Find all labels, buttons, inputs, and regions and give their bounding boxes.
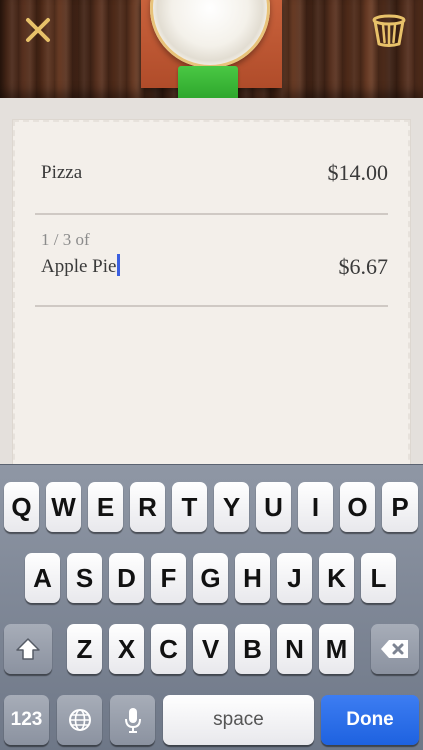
table-header	[0, 0, 423, 102]
item-name: Pizza	[41, 162, 83, 183]
close-icon	[26, 18, 50, 42]
app-screen: Pizza $14.00 1 / 3 of Apple Pie $6.67 Q …	[0, 0, 423, 750]
key-g[interactable]: G	[193, 553, 228, 603]
delete-icon	[381, 640, 408, 658]
split-label: 1 / 3 of	[41, 230, 90, 249]
key-f[interactable]: F	[151, 553, 186, 603]
key-t[interactable]: T	[172, 482, 207, 532]
key-k[interactable]: K	[319, 553, 354, 603]
numbers-key[interactable]: 123	[4, 695, 49, 745]
key-i[interactable]: I	[298, 482, 333, 532]
keyboard: Q W E R T Y U I O P A S D F G H J K L Z …	[0, 464, 423, 750]
key-u[interactable]: U	[256, 482, 291, 532]
napkin	[178, 66, 238, 102]
key-j[interactable]: J	[277, 553, 312, 603]
microphone-icon	[124, 708, 141, 733]
key-s[interactable]: S	[67, 553, 102, 603]
divider	[35, 305, 388, 307]
key-h[interactable]: H	[235, 553, 270, 603]
key-z[interactable]: Z	[67, 624, 102, 674]
receipt-item[interactable]: Pizza $14.00	[35, 160, 388, 190]
text-cursor	[117, 254, 121, 276]
key-x[interactable]: X	[109, 624, 144, 674]
key-m[interactable]: M	[319, 624, 354, 674]
key-l[interactable]: L	[361, 553, 396, 603]
key-o[interactable]: O	[340, 482, 375, 532]
space-key[interactable]: space	[163, 695, 314, 745]
shift-icon	[16, 638, 40, 660]
receipt-item-editing[interactable]: Apple Pie $6.67	[35, 252, 388, 282]
item-name-input[interactable]: Apple Pie	[41, 254, 121, 278]
key-v[interactable]: V	[193, 624, 228, 674]
delete-key[interactable]	[371, 624, 419, 674]
shift-key[interactable]	[4, 624, 52, 674]
divider	[35, 213, 388, 215]
key-c[interactable]: C	[151, 624, 186, 674]
microphone-key[interactable]	[110, 695, 155, 745]
globe-key[interactable]	[57, 695, 102, 745]
key-q[interactable]: Q	[4, 482, 39, 532]
item-price: $6.67	[338, 254, 389, 279]
key-r[interactable]: R	[130, 482, 165, 532]
item-name-text: Apple Pie	[41, 256, 117, 277]
trash-bucket-icon	[372, 14, 406, 47]
trash-button[interactable]	[367, 10, 411, 50]
done-key[interactable]: Done	[321, 695, 419, 745]
key-d[interactable]: D	[109, 553, 144, 603]
key-a[interactable]: A	[25, 553, 60, 603]
close-button[interactable]	[18, 10, 58, 50]
globe-icon	[68, 709, 91, 731]
receipt: Pizza $14.00 1 / 3 of Apple Pie $6.67	[13, 120, 410, 480]
key-y[interactable]: Y	[214, 482, 249, 532]
key-b[interactable]: B	[235, 624, 270, 674]
key-e[interactable]: E	[88, 482, 123, 532]
key-w[interactable]: W	[46, 482, 81, 532]
key-p[interactable]: P	[382, 482, 418, 532]
key-n[interactable]: N	[277, 624, 312, 674]
item-price: $14.00	[327, 160, 389, 185]
